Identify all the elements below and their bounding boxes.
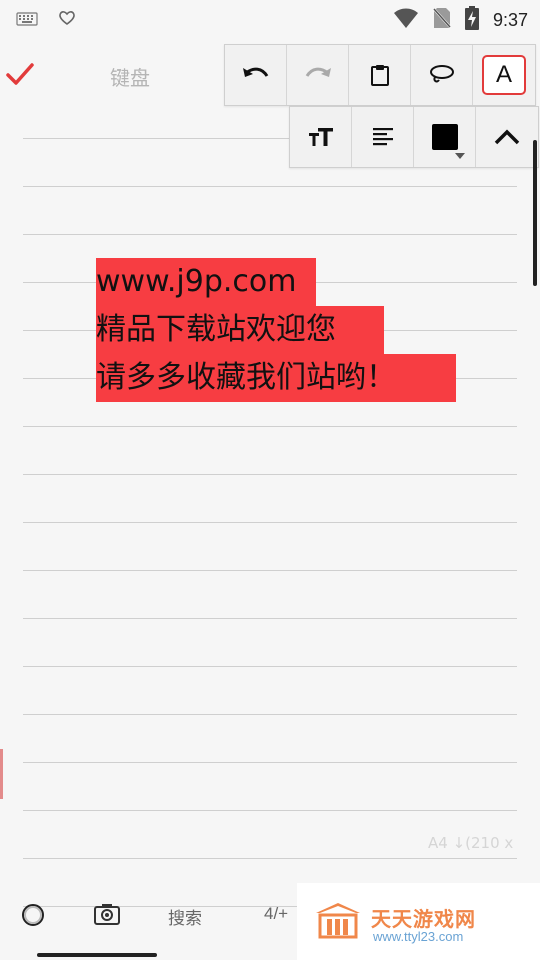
ruled-line xyxy=(23,666,517,667)
page-count[interactable]: 4/+ xyxy=(264,904,288,924)
camera-icon xyxy=(94,904,120,925)
undo-button[interactable] xyxy=(225,45,287,105)
dropdown-caret-icon xyxy=(455,153,465,159)
checkmark-icon xyxy=(6,63,34,85)
align-button[interactable] xyxy=(352,107,414,167)
note-line: 精品下载站欢迎您 xyxy=(96,306,456,354)
toolbar-row-2 xyxy=(289,106,539,168)
camera-button[interactable] xyxy=(94,902,120,926)
redo-button[interactable] xyxy=(287,45,349,105)
ruled-line xyxy=(23,858,517,859)
watermark: 天天游戏网 www.ttyl23.com xyxy=(297,883,540,960)
page-size-label: A4 ↓(210 x xyxy=(428,834,514,852)
clipboard-icon xyxy=(370,65,389,86)
note-line: www.j9p.com xyxy=(96,258,456,306)
text-size-icon xyxy=(308,128,333,146)
clipboard-button[interactable] xyxy=(349,45,411,105)
header-title: 键盘 xyxy=(110,66,150,90)
ruled-line xyxy=(23,570,517,571)
circle-tool-icon xyxy=(22,904,44,926)
navigation-handle[interactable] xyxy=(37,953,157,957)
margin-marker xyxy=(0,749,3,799)
text-mode-button[interactable]: A xyxy=(473,45,535,105)
ruled-line xyxy=(23,618,517,619)
watermark-logo-icon xyxy=(316,903,360,939)
search-button[interactable]: 搜索 xyxy=(168,904,202,929)
ruled-line xyxy=(23,762,517,763)
lasso-icon xyxy=(429,65,454,83)
note-text-block[interactable]: www.j9p.com 精品下载站欢迎您 请多多收藏我们站哟！ xyxy=(96,258,456,402)
text-size-button[interactable] xyxy=(290,107,352,167)
watermark-title: 天天游戏网 xyxy=(371,907,476,931)
color-picker-icon xyxy=(431,124,458,150)
text-mode-icon: A xyxy=(482,55,526,95)
ruled-line xyxy=(23,426,517,427)
collapse-icon xyxy=(494,129,520,145)
scrollbar[interactable] xyxy=(533,140,537,286)
color-picker-button[interactable] xyxy=(414,107,476,167)
undo-icon xyxy=(242,67,268,77)
ruled-line xyxy=(23,186,517,187)
note-line: 请多多收藏我们站哟！ xyxy=(96,354,456,402)
toolbar-row-1: A xyxy=(224,44,536,106)
page-count-label: 4/+ xyxy=(264,904,289,923)
search-label: 搜索 xyxy=(168,909,202,929)
collapse-toolbar-button[interactable] xyxy=(476,107,538,167)
circle-tool-button[interactable] xyxy=(20,902,46,928)
ruled-line xyxy=(23,474,517,475)
lasso-button[interactable] xyxy=(411,45,473,105)
ruled-line xyxy=(23,234,517,235)
redo-icon xyxy=(305,67,331,77)
watermark-url: www.ttyl23.com xyxy=(373,929,464,944)
ruled-line xyxy=(23,810,517,811)
ruled-line xyxy=(23,522,517,523)
ruled-line xyxy=(23,714,517,715)
align-left-icon xyxy=(372,128,393,146)
confirm-button[interactable] xyxy=(6,60,34,88)
